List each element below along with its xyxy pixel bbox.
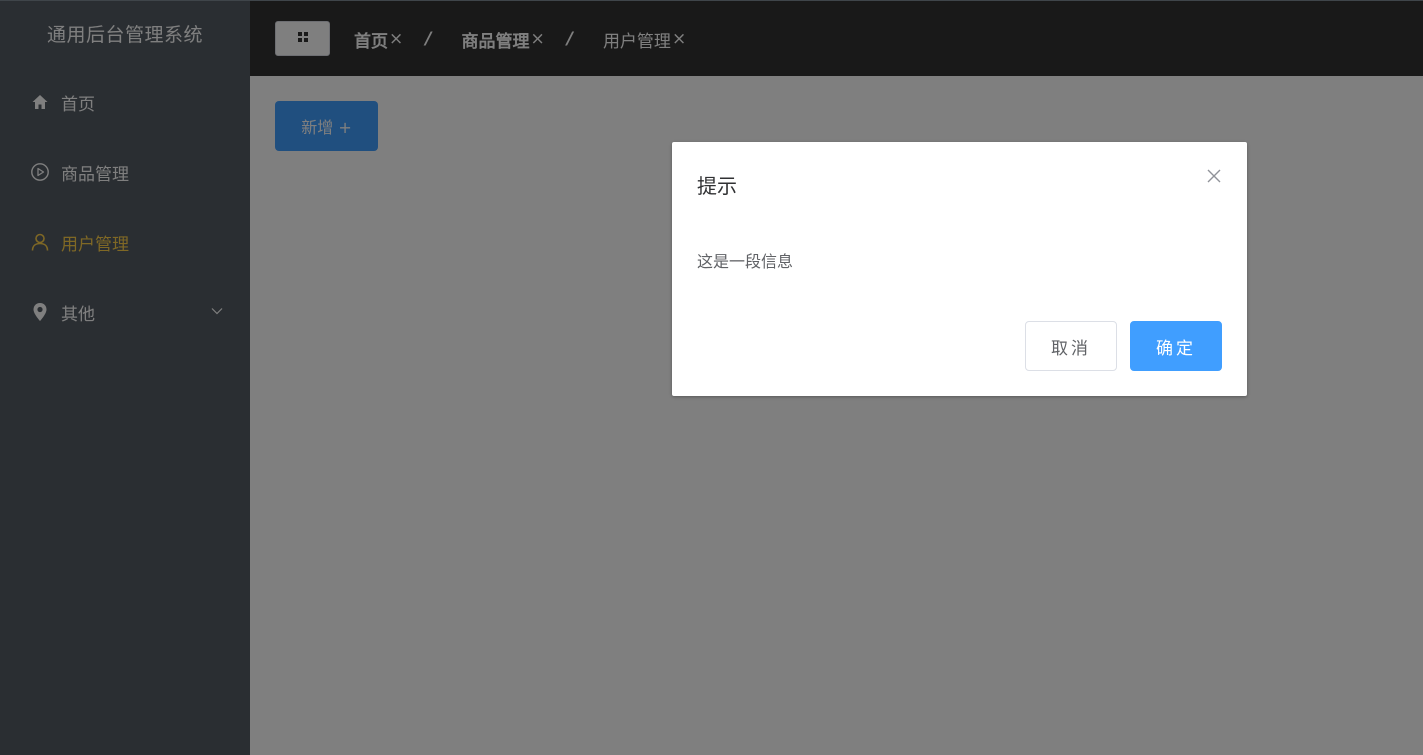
dialog-title: 提示 <box>697 174 737 198</box>
confirm-button[interactable]: 确定 <box>1130 321 1222 371</box>
cancel-button[interactable]: 取消 <box>1025 321 1117 371</box>
close-icon[interactable] <box>1206 168 1222 184</box>
message-dialog: 提示 这是一段信息 取消 确定 <box>672 142 1247 396</box>
app-root: 通用后台管理系统 首页 商品管理 用户管理 其他 <box>0 0 1423 755</box>
dialog-message: 这是一段信息 <box>697 252 794 271</box>
